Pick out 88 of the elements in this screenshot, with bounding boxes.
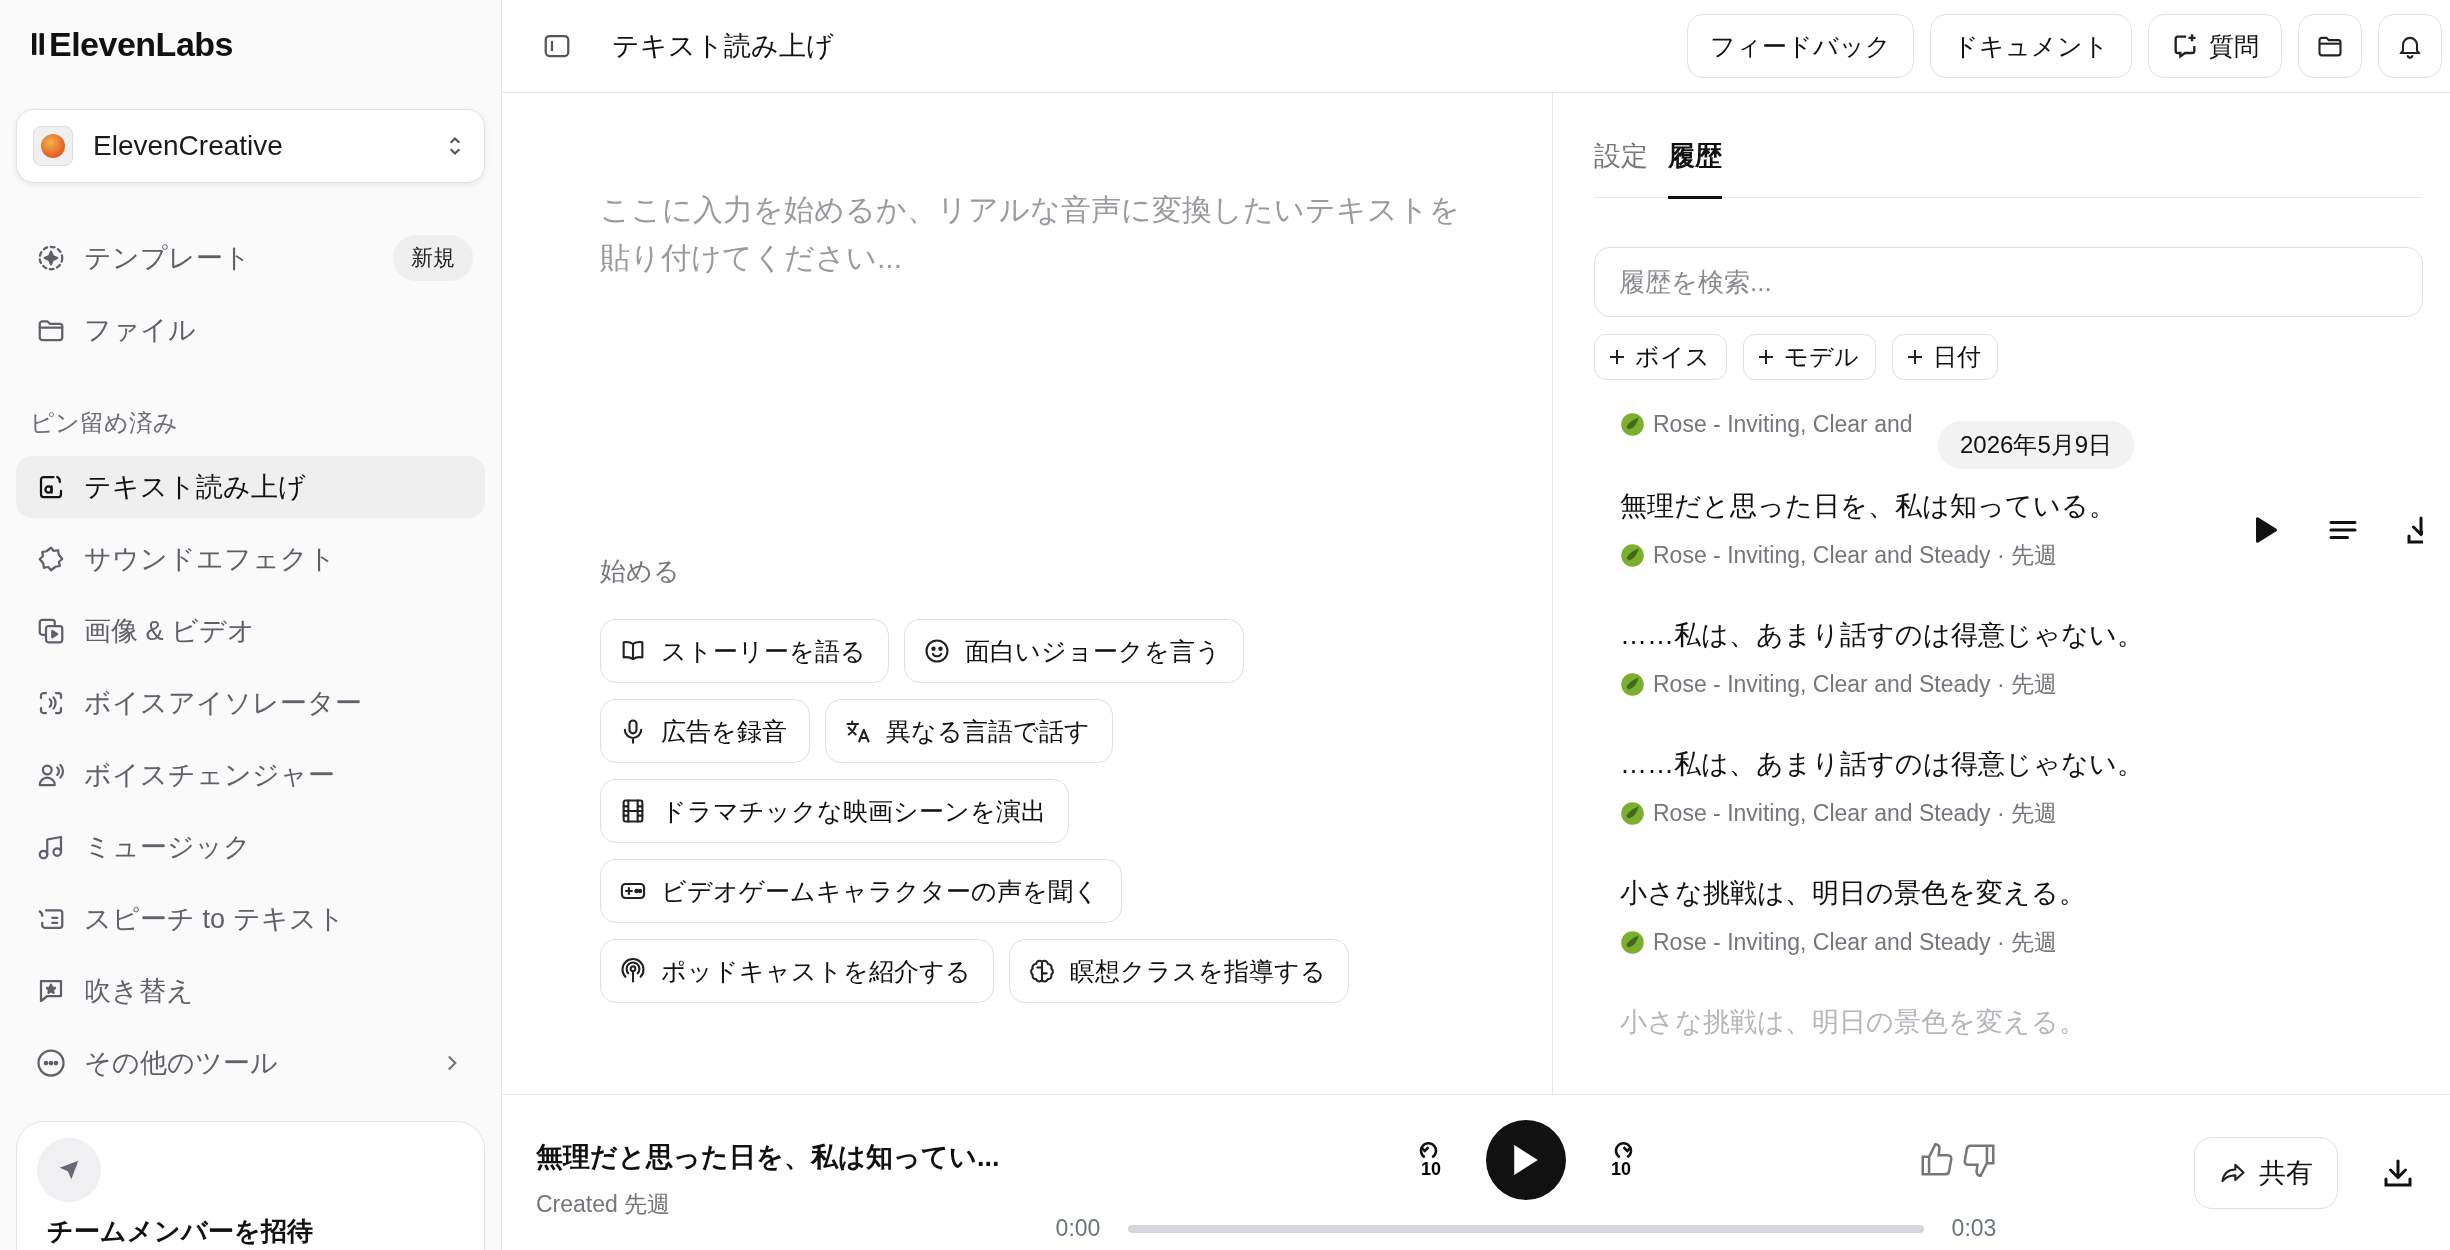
sidebar-item[interactable]: ボイスアイソレーター (16, 672, 485, 734)
prompt-chip[interactable]: 瞑想クラスを指導する (1009, 939, 1349, 1003)
sidebar-item-label: ボイスチェンジャー (84, 759, 336, 792)
sidebar-item-label: テキスト読み上げ (84, 471, 307, 504)
brain-icon (1028, 957, 1056, 985)
duration-time: 0:03 (1950, 1215, 1998, 1242)
panel-tab[interactable]: 履歴 (1668, 137, 1722, 199)
sidebar-item[interactable]: テンプレート 新規 (16, 227, 485, 289)
prompt-chip[interactable]: 異なる言語で話す (825, 699, 1113, 763)
sidebar-item[interactable]: 画像 & ビデオ (16, 600, 485, 662)
sidebar-item-label: テンプレート (84, 242, 252, 275)
ask-button[interactable]: 質問 (2148, 14, 2282, 78)
history-item-title: ……私は、あまり話すのは得意じゃない。 (1620, 619, 2144, 652)
history-item-meta: Rose - Inviting, Clear and Steady · 先週 (1653, 799, 2057, 828)
section-heading: ピン留め済み (29, 409, 179, 437)
date-badge: 2026年5月9日 (1938, 421, 2135, 469)
smiley-icon (923, 637, 951, 665)
workspace-avatar-icon (33, 126, 73, 166)
history-item[interactable]: ……私は、あまり話すのは得意じゃない。 Rose - Inviting, Clear and Steady · 先週 (1620, 617, 2423, 700)
topbar-button[interactable]: フィードバック (1687, 14, 1914, 78)
voice-avatar-icon (1620, 411, 1645, 437)
sidebar-item[interactable]: 吹き替え (16, 960, 485, 1022)
history-item-meta: Rose - Inviting, Clear and Steady · 先週 (1653, 541, 2057, 570)
podcast-icon (619, 957, 647, 985)
sidebar-item-label: サウンドエフェクト (84, 543, 337, 576)
sidebar-item-label: 吹き替え (84, 975, 195, 1008)
sidebar-item-label: ミュージック (84, 831, 252, 864)
sidebar-item[interactable]: テキスト読み上げ (16, 456, 485, 518)
topbar-button[interactable]: ドキュメント (1930, 14, 2132, 78)
invite-card[interactable]: チームメンバーを招待 (16, 1121, 485, 1250)
filter-button[interactable]: 日付 (1892, 334, 1998, 380)
panel-tab[interactable]: 設定 (1594, 137, 1648, 199)
progress-track[interactable] (1128, 1224, 1924, 1233)
logo-text: ElevenLabs (49, 24, 233, 64)
history-item[interactable]: ……私は、あまり話すのは得意じゃない。 Rose - Inviting, Clear and Steady · 先週 (1620, 746, 2423, 829)
sidebar-item[interactable]: スピーチ to テキスト (16, 888, 485, 950)
sidebar-item[interactable]: サウンドエフェクト (16, 528, 485, 590)
text-input-field[interactable]: ここに入力を始めるか、リアルな音声に変換したいテキストを貼り付けてください... (600, 186, 1460, 550)
filter-button[interactable]: ボイス (1594, 334, 1727, 380)
media-icon (36, 616, 66, 646)
sidebar-item-label: ファイル (84, 314, 197, 347)
workspace-selector[interactable]: ElevenCreative (16, 109, 485, 183)
history-item-title: 小さな挑戦は、明日の景色を変える。 (1620, 877, 2086, 910)
voice-avatar-icon (1620, 930, 1645, 955)
sidebar-item[interactable]: その他のツール (16, 1032, 485, 1094)
history-item[interactable]: 無理だと思った日を、私は知っている。 Rose - Inviting, Clear and Steady · 先週 (1620, 488, 2423, 571)
sidebar-item-label: ボイスアイソレーター (84, 687, 363, 720)
more-icon (36, 1048, 66, 1078)
prompt-chip[interactable]: ポッドキャストを紹介する (600, 939, 994, 1003)
history-item[interactable]: 小さな挑戦は、明日の景色を変える。 Rose - Inviting, Clear and Steady · 先週 (1620, 875, 2423, 958)
sidebar-item-label: 画像 & ビデオ (84, 615, 256, 648)
history-item-title: ……私は、あまり話すのは得意じゃない。 (1620, 748, 2144, 781)
sidebar-item[interactable]: ミュージック (16, 816, 485, 878)
skip-forward-button[interactable]: 10 (1606, 1142, 1636, 1178)
page-title: テキスト読み上げ (612, 30, 835, 63)
history-item-title: 小さな挑戦は、明日の景色を変える。 (1620, 1006, 2086, 1039)
sidebar-item-label: その他のツール (84, 1047, 279, 1080)
play-icon (1514, 1145, 1538, 1175)
prompt-chip[interactable]: ドラマチックな映画シーンを演出 (600, 779, 1069, 843)
prompt-chip[interactable]: 広告を録音 (600, 699, 810, 763)
starburst-icon (36, 544, 66, 574)
skip-back-button[interactable]: 10 (1416, 1142, 1446, 1178)
share-button[interactable]: 共有 (2194, 1136, 2338, 1209)
history-item-meta: Rose - Inviting, Clear and (1653, 410, 1913, 438)
voice-avatar-icon (1620, 672, 1645, 697)
voice-avatar-icon (1620, 543, 1645, 568)
sidebar-item[interactable]: ファイル (16, 299, 485, 361)
history-item-title: 無理だと思った日を、私は知っている。 (1620, 490, 2116, 523)
prompt-chip[interactable]: 面白いジョークを言う (904, 619, 1244, 683)
new-badge: 新規 (393, 235, 473, 281)
history-item-meta: Rose - Inviting, Clear and Steady · 先週 (1653, 928, 2057, 957)
filter-button[interactable]: モデル (1743, 334, 1876, 380)
logo-icon (32, 30, 45, 58)
invite-title: チームメンバーを招待 (47, 1216, 313, 1246)
folder-button[interactable] (2298, 14, 2362, 78)
sidebar-item[interactable]: ボイスチェンジャー (16, 744, 485, 806)
elapsed-time: 0:00 (1054, 1215, 1102, 1242)
track-subtitle: Created 先週 (536, 1190, 672, 1219)
sparkle-icon (36, 243, 66, 273)
prompt-chip[interactable]: ストーリーを語る (600, 619, 889, 683)
start-heading: 始める (600, 555, 681, 588)
sidebar-item-label: スピーチ to テキスト (84, 903, 346, 936)
notifications-button[interactable] (2378, 14, 2442, 78)
history-search-field[interactable]: 履歴を検索... (1594, 247, 2423, 317)
prompt-chip[interactable]: ビデオゲームキャラクターの声を聞く (600, 859, 1122, 923)
track-title: 無理だと思った日を、私は知ってい... (536, 1141, 1001, 1174)
voice-avatar-icon (1620, 801, 1645, 826)
history-item-meta: Rose - Inviting, Clear and Steady · 先週 (1653, 670, 2057, 699)
